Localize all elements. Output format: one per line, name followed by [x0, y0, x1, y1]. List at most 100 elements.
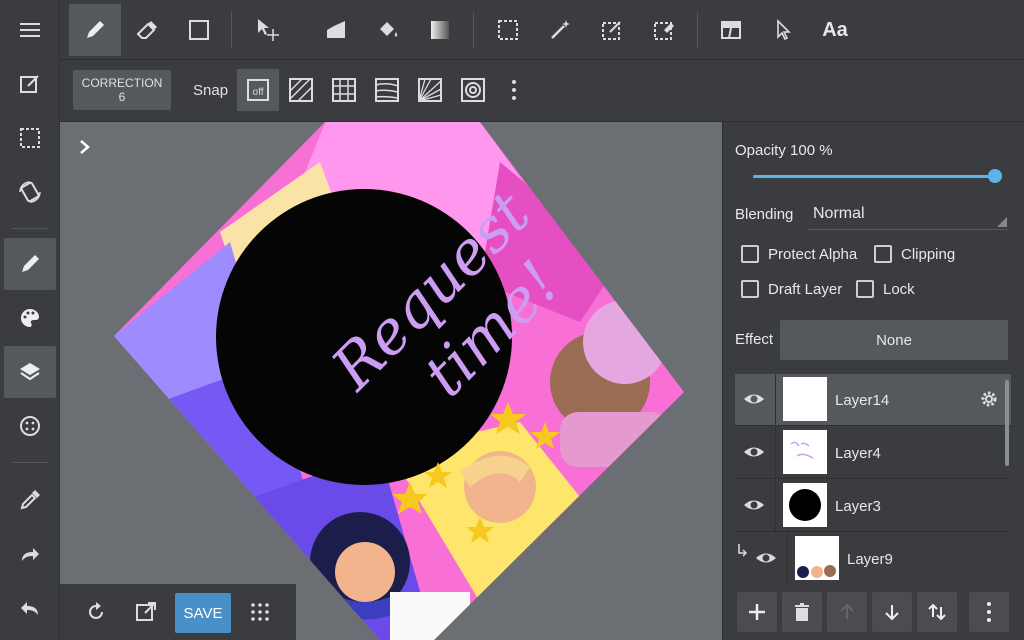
- rotate-icon: [89, 602, 103, 619]
- select-pen-tool-button[interactable]: [586, 4, 638, 56]
- more-vert-icon: [512, 80, 516, 100]
- toolbar-divider: [231, 12, 232, 48]
- checkbox-box: [741, 280, 759, 298]
- pen-tool-button[interactable]: [69, 4, 121, 56]
- snap-circle-button[interactable]: [452, 69, 494, 111]
- bucket-icon: [380, 22, 398, 37]
- move-tool-button[interactable]: [241, 4, 293, 56]
- draft-layer-label: Draft Layer: [768, 280, 843, 298]
- layer-menu-button[interactable]: [969, 592, 1009, 632]
- snap-parallel-icon: [289, 78, 313, 102]
- snap-radial-icon: [418, 78, 442, 102]
- swap-layer-button[interactable]: [917, 592, 957, 632]
- top-toolbar: Aa: [60, 0, 1024, 60]
- select-rect-icon: [498, 20, 518, 40]
- dropdown-arrow-icon: [997, 217, 1007, 227]
- expand-panel-button[interactable]: [78, 138, 92, 161]
- visibility-toggle[interactable]: [743, 441, 765, 468]
- visibility-toggle[interactable]: [743, 494, 765, 521]
- eraser-tool-button[interactable]: [121, 4, 173, 56]
- layer-name: Layer9: [847, 551, 893, 568]
- layers-button[interactable]: [4, 346, 56, 398]
- snap-circle-icon: [461, 78, 485, 102]
- protect-alpha-checkbox[interactable]: Protect Alpha: [741, 245, 857, 263]
- pointer-icon: [777, 19, 791, 41]
- eyedropper-button[interactable]: [4, 474, 56, 526]
- layer-thumbnail: [783, 377, 827, 421]
- layer-settings-button[interactable]: [979, 389, 999, 414]
- menu-icon: [20, 23, 40, 37]
- selection-button[interactable]: [4, 112, 56, 164]
- selection-icon: [20, 128, 40, 148]
- move-layer-down-button[interactable]: [872, 592, 912, 632]
- grid-dots-icon: [251, 603, 269, 621]
- layer-list-scrollbar[interactable]: [1005, 380, 1009, 466]
- shape-tool-button[interactable]: [173, 4, 225, 56]
- layer-row[interactable]: Layer4: [735, 427, 1011, 479]
- grid-menu-button[interactable]: [238, 590, 282, 634]
- open-external-icon: [136, 602, 156, 621]
- layer-panel: Opacity 100 % Blending Normal Protect Al…: [722, 122, 1024, 640]
- palette-button[interactable]: [4, 292, 56, 344]
- effect-button[interactable]: None: [780, 320, 1008, 360]
- correction-label: CORRECTION: [81, 76, 163, 90]
- select-rect-tool-button[interactable]: [482, 4, 534, 56]
- visibility-toggle[interactable]: [743, 388, 765, 415]
- lock-checkbox[interactable]: Lock: [856, 280, 915, 298]
- fill-shape-icon: [327, 21, 345, 38]
- save-button[interactable]: SAVE: [175, 593, 231, 633]
- delete-layer-button[interactable]: [782, 592, 822, 632]
- more-options-button[interactable]: [493, 69, 535, 111]
- snap-perspective-button[interactable]: [366, 69, 408, 111]
- redo-icon: [22, 548, 39, 561]
- left-sidebar: [0, 0, 60, 640]
- snap-radial-button[interactable]: [409, 69, 451, 111]
- eye-icon: [744, 394, 764, 404]
- opacity-slider-track[interactable]: [753, 175, 995, 178]
- snap-off-button[interactable]: off: [237, 69, 279, 111]
- move-layer-up-button[interactable]: [827, 592, 867, 632]
- redo-button[interactable]: [4, 528, 56, 580]
- export-button[interactable]: [124, 590, 168, 634]
- select-eraser-tool-button[interactable]: [638, 4, 690, 56]
- snap-grid-button[interactable]: [323, 69, 365, 111]
- snap-off-label: off: [252, 87, 264, 98]
- gradient-tool-button[interactable]: [414, 4, 466, 56]
- swap-vertical-icon: [928, 603, 946, 621]
- gradient-icon: [431, 21, 449, 39]
- artwork: Request time!: [114, 122, 684, 640]
- opacity-slider-thumb[interactable]: [988, 169, 1002, 183]
- gear-icon: [981, 391, 997, 407]
- layer-row[interactable]: Layer9: [735, 533, 1011, 584]
- materials-button[interactable]: [4, 400, 56, 452]
- brush-button[interactable]: [4, 238, 56, 290]
- eye-icon: [744, 500, 764, 510]
- menu-button[interactable]: [4, 4, 56, 56]
- rotate-reset-button[interactable]: [74, 590, 118, 634]
- snap-parallel-button[interactable]: [280, 69, 322, 111]
- canvas-area[interactable]: Request time! SAVE: [60, 122, 722, 640]
- layer-row[interactable]: Layer3: [735, 480, 1011, 532]
- bucket-tool-button[interactable]: [362, 4, 414, 56]
- add-layer-button[interactable]: [737, 592, 777, 632]
- undo-icon: [21, 602, 38, 615]
- correction-button[interactable]: CORRECTION 6: [73, 70, 171, 110]
- blending-value: Normal: [813, 205, 865, 222]
- eyedropper-icon: [20, 490, 40, 510]
- layer-thumbnail: [795, 536, 839, 580]
- snap-perspective-icon: [375, 78, 399, 102]
- blending-select[interactable]: Normal: [807, 198, 1009, 230]
- text-tool-button[interactable]: Aa: [809, 4, 861, 56]
- chevron-right-icon: [80, 140, 90, 154]
- pointer-tool-button[interactable]: [757, 4, 809, 56]
- layer-row[interactable]: Layer14: [735, 374, 1011, 426]
- clipping-checkbox[interactable]: Clipping: [874, 245, 955, 263]
- frame-divider-tool-button[interactable]: [705, 4, 757, 56]
- fill-shape-tool-button[interactable]: [310, 4, 362, 56]
- edit-canvas-button[interactable]: [4, 58, 56, 110]
- rotate-view-button[interactable]: [4, 166, 56, 218]
- visibility-toggle[interactable]: [755, 547, 777, 574]
- magic-wand-tool-button[interactable]: [534, 4, 586, 56]
- undo-button[interactable]: [4, 582, 56, 634]
- draft-layer-checkbox[interactable]: Draft Layer: [741, 280, 842, 298]
